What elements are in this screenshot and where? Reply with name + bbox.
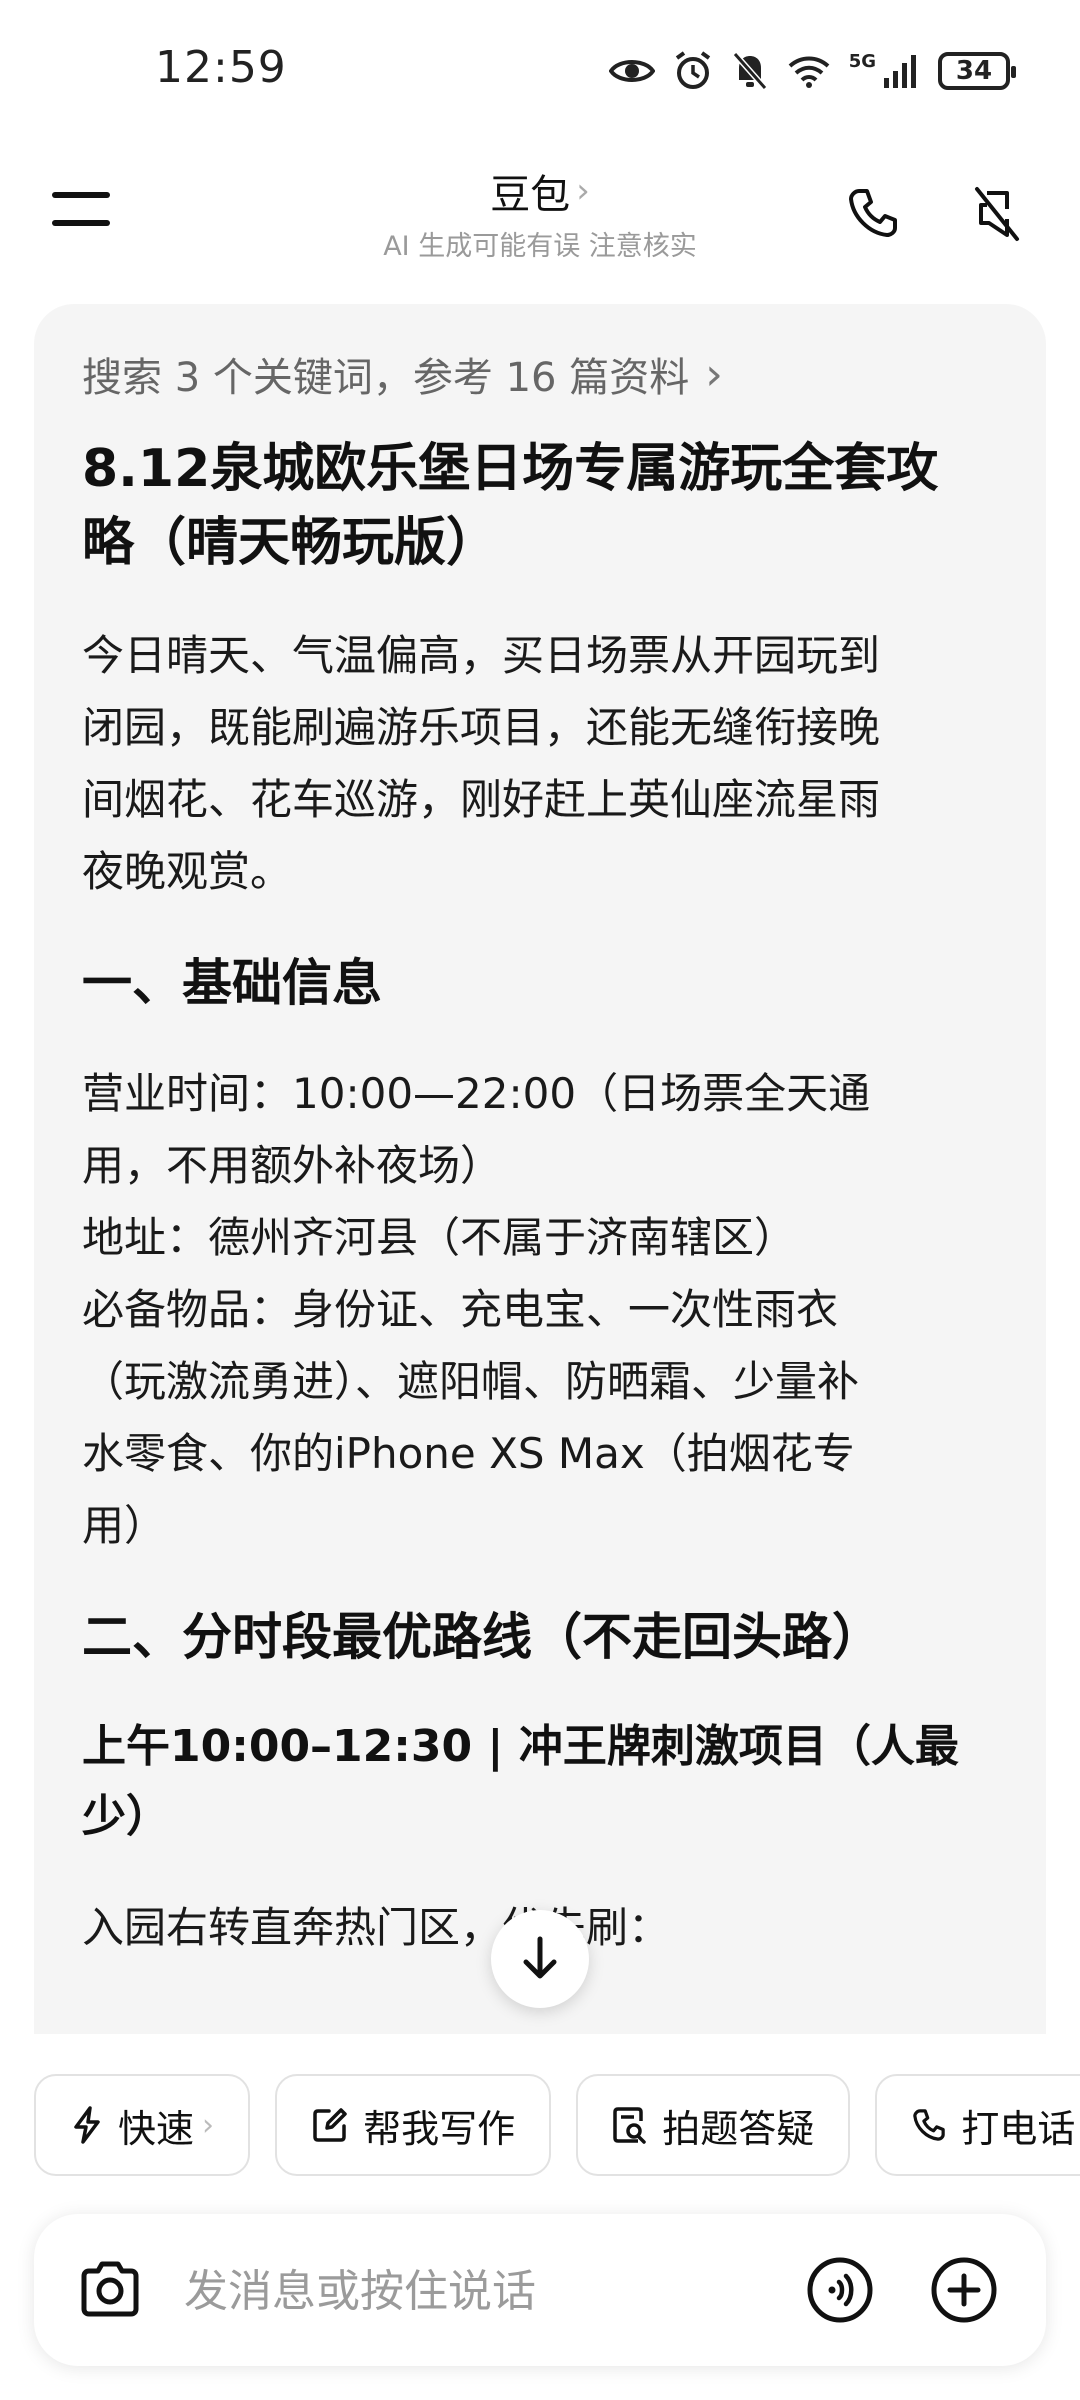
signal-icon [884, 55, 916, 88]
chevron-right-icon: › [202, 2107, 215, 2143]
alarm-icon [675, 51, 710, 89]
chevron-right-icon: › [576, 171, 590, 211]
arrow-down-icon [523, 1936, 557, 1979]
search-references[interactable]: 搜索 3 个关键词，参考 16 篇资料 › [82, 338, 998, 410]
voice-call-button[interactable] [804, 2254, 876, 2326]
quick-actions: 快速 › 帮我写作 拍题答疑 打电话 [34, 2074, 1080, 2180]
text-line: （玩激流勇进）、遮阳帽、防晒霜、少量补 [82, 1357, 860, 1406]
status-time: 12:59 [155, 42, 287, 93]
wifi-icon [788, 56, 830, 88]
message-input[interactable] [184, 2256, 704, 2326]
status-bar: 12:59 5G 34 [0, 0, 1080, 140]
scroll-to-bottom-button[interactable] [491, 1910, 589, 2008]
mute-speaker-button[interactable] [962, 178, 1032, 248]
status-icons: 5G 34 [608, 46, 1016, 96]
chat-header: 豆包 › AI 生成可能有误 注意核实 [0, 140, 1080, 290]
section-heading: 二、分时段最优路线（不走回头路） [82, 1608, 882, 1666]
chip-label: 帮我写作 [363, 2106, 516, 2151]
title-line: 8.12泉城欧乐堡日场专属游玩全套攻 [82, 439, 939, 499]
battery-icon: 34 [938, 52, 1016, 90]
subsection-heading: 上午10:00–12:30 | 冲王牌刺激项目（人最 少） [82, 1712, 998, 1852]
assistant-message: 搜索 3 个关键词，参考 16 篇资料 › 8.12泉城欧乐堡日场专属游玩全套攻… [34, 304, 1046, 2034]
network-type: 5G [848, 50, 876, 72]
chip-phone-call[interactable]: 打电话 [875, 2074, 1080, 2176]
chip-fast-mode[interactable]: 快速 › [34, 2074, 251, 2176]
plus-icon [931, 2257, 997, 2323]
title-area[interactable]: 豆包 › AI 生成可能有误 注意核实 [0, 162, 1080, 263]
camera-button[interactable] [74, 2254, 146, 2326]
chat-title[interactable]: 豆包 [490, 162, 570, 220]
heading-line: 上午10:00–12:30 | 冲王牌刺激项目（人最 [82, 1721, 959, 1772]
basic-info-paragraph: 营业时间：10:00—22:00（日场票全天通 用，不用额外补夜场） 地址：德州… [82, 1058, 998, 1562]
text-line: 夜晚观赏。 [82, 847, 293, 896]
chip-label: 打电话 [961, 2106, 1076, 2151]
text-line: 营业时间：10:00—22:00（日场票全天通 [82, 1069, 871, 1118]
chip-label: 快速 [118, 2106, 195, 2151]
title-line: 略（晴天畅玩版） [82, 513, 499, 573]
eye-icon [608, 60, 655, 82]
scan-doc-icon [613, 2107, 646, 2144]
text-line: 用，不用额外补夜场） [82, 1141, 503, 1190]
chip-photo-question[interactable]: 拍题答疑 [576, 2074, 851, 2176]
text-line: 水零食、你的iPhone XS Max（拍烟花专 [82, 1429, 855, 1478]
chip-help-write[interactable]: 帮我写作 [275, 2074, 552, 2176]
phone-icon [913, 2109, 946, 2141]
message-title: 8.12泉城欧乐堡日场专属游玩全套攻 略（晴天畅玩版） [82, 432, 998, 580]
search-summary: 搜索 3 个关键词，参考 16 篇资料 [82, 355, 690, 401]
heading-line: 少） [82, 1791, 170, 1842]
text-line: 地址：德州齐河县（不属于济南辖区） [82, 1213, 797, 1262]
text-line: 闭园，既能刷遍游乐项目，还能无缝衔接晚 [82, 703, 881, 752]
text-line: 今日晴天、气温偏高，买日场票从开园玩到 [82, 631, 881, 680]
camera-icon [81, 2261, 139, 2317]
chip-label: 拍题答疑 [662, 2106, 815, 2151]
lightning-icon [74, 2106, 100, 2144]
text-line: 必备物品：身份证、充电宝、一次性雨衣 [82, 1285, 839, 1334]
speaker-off-icon [975, 187, 1019, 241]
message-input-bar [34, 2214, 1046, 2366]
text-line: 用） [82, 1501, 167, 1550]
edit-icon [313, 2108, 347, 2142]
phone-icon [849, 189, 897, 237]
voice-wave-icon [807, 2257, 873, 2323]
battery-level: 34 [955, 56, 993, 86]
more-options-button[interactable] [928, 2254, 1000, 2326]
section-heading: 一、基础信息 [82, 954, 382, 1012]
text-line: 间烟花、花车巡游，刚好赶上英仙座流星雨 [82, 775, 881, 824]
chevron-right-icon: › [705, 348, 723, 400]
intro-paragraph: 今日晴天、气温偏高，买日场票从开园玩到 闭园，既能刷遍游乐项目，还能无缝衔接晚 … [82, 620, 998, 908]
mute-bell-icon [732, 52, 767, 90]
phone-call-button[interactable] [838, 178, 908, 248]
ai-disclaimer: AI 生成可能有误 注意核实 [383, 231, 697, 262]
